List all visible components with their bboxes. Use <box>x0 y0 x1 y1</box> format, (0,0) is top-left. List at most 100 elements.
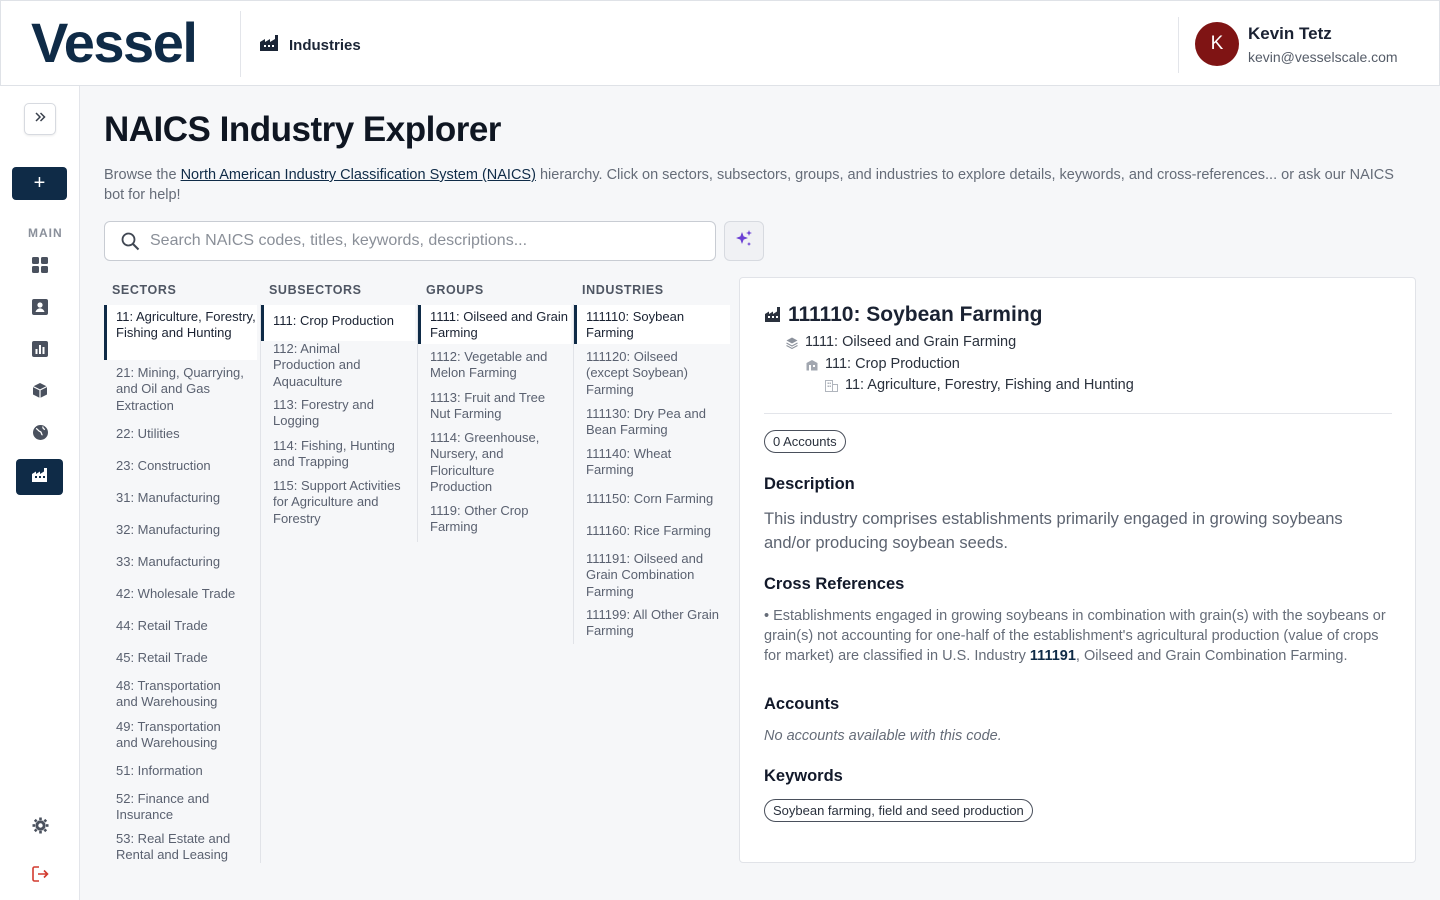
page-title: NAICS Industry Explorer <box>104 110 501 149</box>
group-item[interactable]: 1119: Other Crop Farming <box>422 503 547 536</box>
sidebar-item-dashboard[interactable] <box>24 251 56 283</box>
hierarchy-subsector[interactable]: 111: Crop Production <box>825 356 960 372</box>
avatar[interactable]: K <box>1195 22 1239 66</box>
sectors-header: SECTORS <box>112 283 177 297</box>
sector-item[interactable]: 52: Finance and Insurance <box>108 791 238 824</box>
chevrons-right-icon <box>33 110 47 129</box>
sidebar-section-label: MAIN <box>28 226 63 240</box>
industry-item[interactable]: 111150: Corn Farming <box>578 491 723 507</box>
sparkles-icon <box>734 229 754 254</box>
column-divider <box>260 304 261 863</box>
divider <box>764 413 1392 414</box>
column-divider <box>573 304 574 644</box>
factory-icon <box>31 467 48 487</box>
expand-sidebar-button[interactable] <box>24 103 56 135</box>
industry-item[interactable]: 111120: Oilseed (except Soybean) Farming <box>578 349 708 398</box>
subsector-item[interactable]: 111: Crop Production <box>261 305 415 341</box>
hierarchy-group[interactable]: 1111: Oilseed and Grain Farming <box>805 334 1016 350</box>
sidebar-item-logout[interactable] <box>24 860 56 892</box>
sector-item[interactable]: 51: Information <box>108 763 248 779</box>
sector-item[interactable]: 48: Transportation and Warehousing <box>108 678 238 711</box>
vessel-logo[interactable]: Vessel <box>31 13 198 73</box>
naics-link[interactable]: North American Industry Classification S… <box>181 167 536 183</box>
search-box <box>104 221 716 261</box>
groups-header: GROUPS <box>426 283 484 297</box>
industry-item[interactable]: 111199: All Other Grain Farming <box>578 607 723 640</box>
sector-item[interactable]: 33: Manufacturing <box>108 554 248 570</box>
industry-title: 111110: Soybean Farming <box>788 303 1043 326</box>
building-icon <box>806 358 818 376</box>
keywords-heading: Keywords <box>764 767 843 785</box>
sidebar: + MAIN <box>0 86 80 900</box>
sidebar-item-products[interactable] <box>24 377 56 409</box>
sector-item[interactable]: 44: Retail Trade <box>108 618 248 634</box>
naics-bot-button[interactable] <box>724 221 764 261</box>
group-item[interactable]: 1113: Fruit and Tree Nut Farming <box>422 390 547 423</box>
industry-item[interactable]: 111191: Oilseed and Grain Combination Fa… <box>578 551 708 600</box>
cross-references-heading: Cross References <box>764 575 905 593</box>
box-icon <box>32 382 48 404</box>
top-header: Vessel Industries K Kevin Tetz kevin@ves… <box>0 0 1440 86</box>
subsectors-header: SUBSECTORS <box>269 283 362 297</box>
cross-reference-item: • Establishments engaged in growing soyb… <box>764 606 1399 666</box>
industry-item[interactable]: 111160: Rice Farming <box>578 523 723 539</box>
logout-icon <box>31 865 49 887</box>
accounts-count-badge[interactable]: 0 Accounts <box>764 430 846 453</box>
industry-detail-panel: 111110: Soybean Farming 1111: Oilseed an… <box>739 277 1416 863</box>
industry-item[interactable]: 111140: Wheat Farming <box>578 446 708 479</box>
description-text: This industry comprises establishments p… <box>764 510 1343 552</box>
user-email: kevin@vesselscale.com <box>1248 49 1398 65</box>
subsector-item[interactable]: 115: Support Activities for Agriculture … <box>265 478 410 527</box>
sidebar-item-reports[interactable] <box>24 335 56 367</box>
sector-item[interactable]: 49: Transportation and Warehousing <box>108 719 238 752</box>
accounts-heading: Accounts <box>764 695 840 713</box>
office-icon <box>825 379 838 397</box>
xref-text-end: , Oilseed and Grain Combination Farming. <box>1075 648 1348 664</box>
search-input[interactable] <box>150 230 700 252</box>
group-item[interactable]: 1114: Greenhouse, Nursery, and Floricult… <box>422 430 547 495</box>
bar-chart-icon <box>32 340 48 362</box>
industry-item[interactable]: 111130: Dry Pea and Bean Farming <box>578 406 708 439</box>
subsector-item[interactable]: 114: Fishing, Hunting and Trapping <box>265 438 405 471</box>
no-accounts-message: No accounts available with this code. <box>764 728 1002 744</box>
user-name: Kevin Tetz <box>1248 24 1332 43</box>
subsector-item[interactable]: 113: Forestry and Logging <box>265 397 390 430</box>
sector-item[interactable]: 45: Retail Trade <box>108 650 248 666</box>
industries-header: INDUSTRIES <box>582 283 664 297</box>
sidebar-item-contacts[interactable] <box>24 293 56 325</box>
hierarchy-sector[interactable]: 11: Agriculture, Forestry, Fishing and H… <box>845 377 1134 393</box>
sector-item[interactable]: 23: Construction <box>108 458 248 474</box>
breadcrumb: Industries <box>259 34 361 56</box>
industry-item[interactable]: 111110: Soybean Farming <box>574 305 730 344</box>
search-icon <box>121 232 140 256</box>
group-item[interactable]: 1112: Vegetable and Melon Farming <box>422 349 557 382</box>
intro-text-start: Browse the <box>104 167 181 183</box>
factory-icon <box>765 307 781 327</box>
layers-icon <box>786 336 798 354</box>
sector-item[interactable]: 11: Agriculture, Forestry, Fishing and H… <box>104 305 257 360</box>
add-button[interactable]: + <box>12 167 67 200</box>
sector-item[interactable]: 53: Real Estate and Rental and Leasing <box>108 831 238 864</box>
description-heading: Description <box>764 475 855 493</box>
sector-item[interactable]: 21: Mining, Quarrying, and Oil and Gas E… <box>108 365 248 414</box>
sector-item[interactable]: 42: Wholesale Trade <box>108 586 253 602</box>
factory-icon <box>259 34 279 56</box>
contact-card-icon <box>32 298 48 320</box>
xref-code-link[interactable]: 111191 <box>1030 648 1076 664</box>
header-divider-right <box>1178 17 1179 73</box>
breadcrumb-label: Industries <box>289 36 361 54</box>
grid-icon <box>32 256 48 278</box>
header-divider <box>240 11 241 77</box>
sidebar-item-settings[interactable] <box>24 812 56 844</box>
keyword-tag[interactable]: Soybean farming, field and seed producti… <box>764 799 1033 822</box>
sidebar-item-regions[interactable] <box>24 419 56 451</box>
sector-item[interactable]: 22: Utilities <box>108 426 248 442</box>
sector-item[interactable]: 32: Manufacturing <box>108 522 248 538</box>
sector-item[interactable]: 31: Manufacturing <box>108 490 248 506</box>
subsector-item[interactable]: 112: Animal Production and Aquaculture <box>265 341 390 390</box>
page-intro: Browse the North American Industry Class… <box>104 165 1394 205</box>
sidebar-item-industries[interactable] <box>16 459 63 495</box>
group-item[interactable]: 1111: Oilseed and Grain Farming <box>418 305 571 344</box>
globe-icon <box>32 424 49 446</box>
gear-icon <box>32 817 49 839</box>
